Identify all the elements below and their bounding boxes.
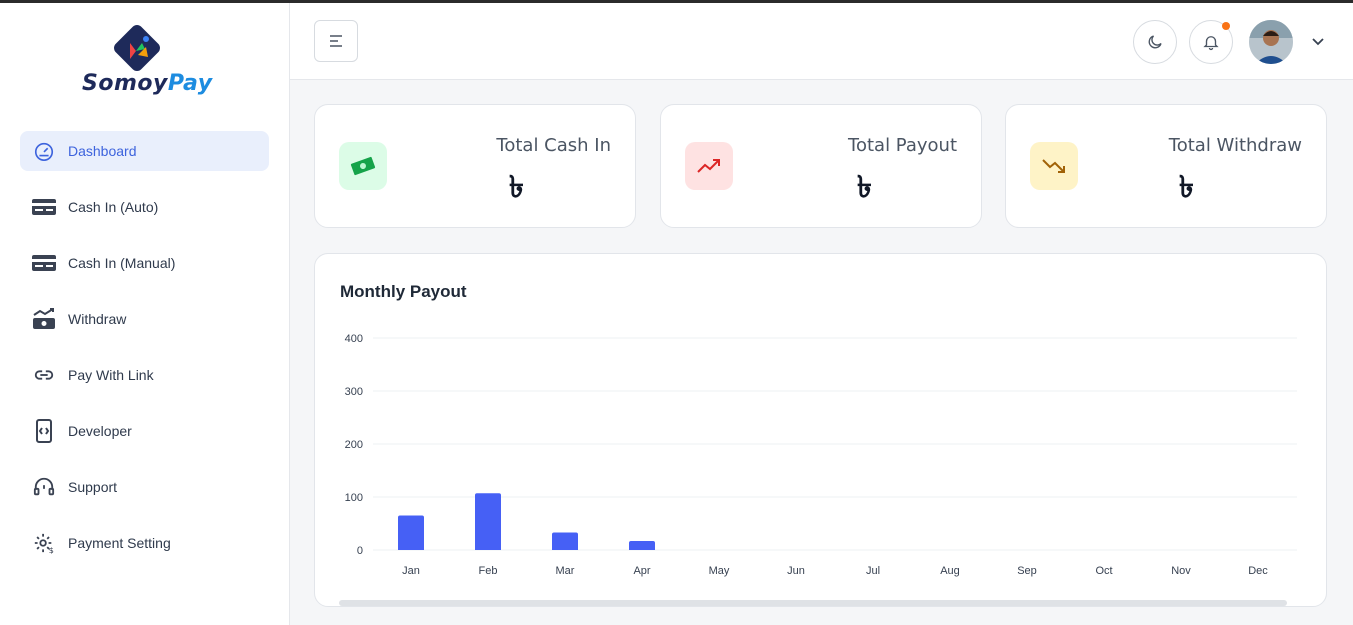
cash-icon [339, 142, 387, 190]
bar-feb[interactable] [475, 493, 501, 550]
sidebar-item-payment-setting[interactable]: $ Payment Setting [20, 523, 269, 563]
card-title: Total Withdraw [1168, 135, 1302, 156]
card-value: ৳ [857, 170, 872, 205]
sidebar-item-label: Payment Setting [68, 535, 171, 551]
code-device-icon [32, 419, 56, 443]
avatar[interactable] [1249, 20, 1293, 64]
theme-toggle-button[interactable] [1133, 20, 1177, 64]
bar-apr[interactable] [629, 540, 655, 550]
sidebar: SomoyPay Dashboard Cash In (Auto) Cash I… [0, 3, 290, 625]
stat-card-total-payout: Total Payout ৳ [660, 104, 982, 228]
sidebar-item-withdraw[interactable]: Withdraw [20, 299, 269, 339]
sidebar-item-support[interactable]: Support [20, 467, 269, 507]
sidebar-nav: Dashboard Cash In (Auto) Cash In (Manual… [20, 131, 269, 579]
topbar [290, 3, 1353, 80]
x-tick-label: Jul [866, 565, 880, 577]
x-tick-label: Jan [402, 565, 420, 577]
x-tick-label: Jun [787, 565, 805, 577]
x-tick-label: Mar [556, 565, 575, 577]
menu-icon [330, 35, 342, 47]
monthly-payout-card: Monthly Payout 0 100 200 300 400 Jan Feb Mar Apr… [314, 253, 1327, 607]
card-icon [32, 195, 56, 219]
sidebar-item-label: Cash In (Auto) [68, 199, 159, 215]
avatar-icon [1249, 20, 1293, 64]
money-trend-icon [32, 307, 56, 331]
bar-mar[interactable] [552, 532, 578, 550]
trend-down-icon [1030, 142, 1078, 190]
sidebar-item-label: Withdraw [68, 311, 127, 327]
x-tick-label: Apr [633, 565, 650, 577]
card-icon [32, 251, 56, 275]
y-tick-label: 100 [345, 492, 363, 504]
sidebar-item-pay-with-link[interactable]: Pay With Link [20, 355, 269, 395]
sidebar-item-label: Dashboard [68, 143, 137, 159]
menu-toggle-button[interactable] [314, 20, 358, 62]
stat-card-total-withdraw: Total Withdraw ৳ [1005, 104, 1327, 228]
sidebar-item-dashboard[interactable]: Dashboard [20, 131, 269, 171]
trend-up-icon [685, 142, 733, 190]
card-title: Total Payout [848, 135, 957, 156]
y-tick-label: 200 [345, 439, 363, 451]
x-tick-label: Nov [1171, 565, 1191, 577]
sidebar-item-cash-in-auto[interactable]: Cash In (Auto) [20, 187, 269, 227]
x-tick-label: Dec [1248, 565, 1268, 577]
chart-scrollbar[interactable] [339, 600, 1287, 606]
x-tick-label: Sep [1017, 565, 1037, 577]
sidebar-item-label: Developer [68, 423, 132, 439]
y-tick-label: 0 [357, 545, 363, 557]
brand-logo[interactable]: SomoyPay [82, 21, 222, 101]
gear-money-icon: $ [32, 531, 56, 555]
stat-card-total-cash-in: Total Cash In ৳ [314, 104, 636, 228]
x-tick-label: Oct [1095, 565, 1112, 577]
monthly-payout-chart: 0 100 200 300 400 Jan Feb Mar Apr May Jun Jul Aug Sep… [345, 333, 1297, 577]
chevron-down-icon[interactable] [1310, 33, 1326, 49]
speedometer-icon [32, 139, 56, 163]
logo-icon [114, 25, 160, 71]
sidebar-item-cash-in-manual[interactable]: Cash In (Manual) [20, 243, 269, 283]
card-value: ৳ [509, 170, 524, 205]
notifications-button[interactable] [1189, 20, 1233, 64]
svg-text:$: $ [49, 545, 54, 554]
sidebar-item-label: Pay With Link [68, 367, 154, 383]
bar-jan[interactable] [398, 515, 424, 550]
sidebar-item-developer[interactable]: Developer [20, 411, 269, 451]
moon-icon [1148, 35, 1162, 49]
x-tick-label: Aug [940, 565, 960, 577]
sidebar-item-label: Support [68, 479, 118, 495]
card-value: ৳ [1179, 170, 1194, 205]
bell-icon [1203, 36, 1219, 51]
headset-icon [32, 475, 56, 499]
y-tick-label: 300 [345, 386, 363, 398]
notification-dot [1222, 22, 1230, 30]
sidebar-item-label: Cash In (Manual) [68, 255, 176, 271]
card-title: Total Cash In [496, 135, 611, 156]
x-tick-label: May [709, 565, 730, 577]
x-tick-label: Feb [479, 565, 498, 577]
y-tick-label: 400 [345, 333, 363, 345]
link-icon [32, 363, 56, 387]
brand-name: SomoyPay [82, 71, 213, 96]
